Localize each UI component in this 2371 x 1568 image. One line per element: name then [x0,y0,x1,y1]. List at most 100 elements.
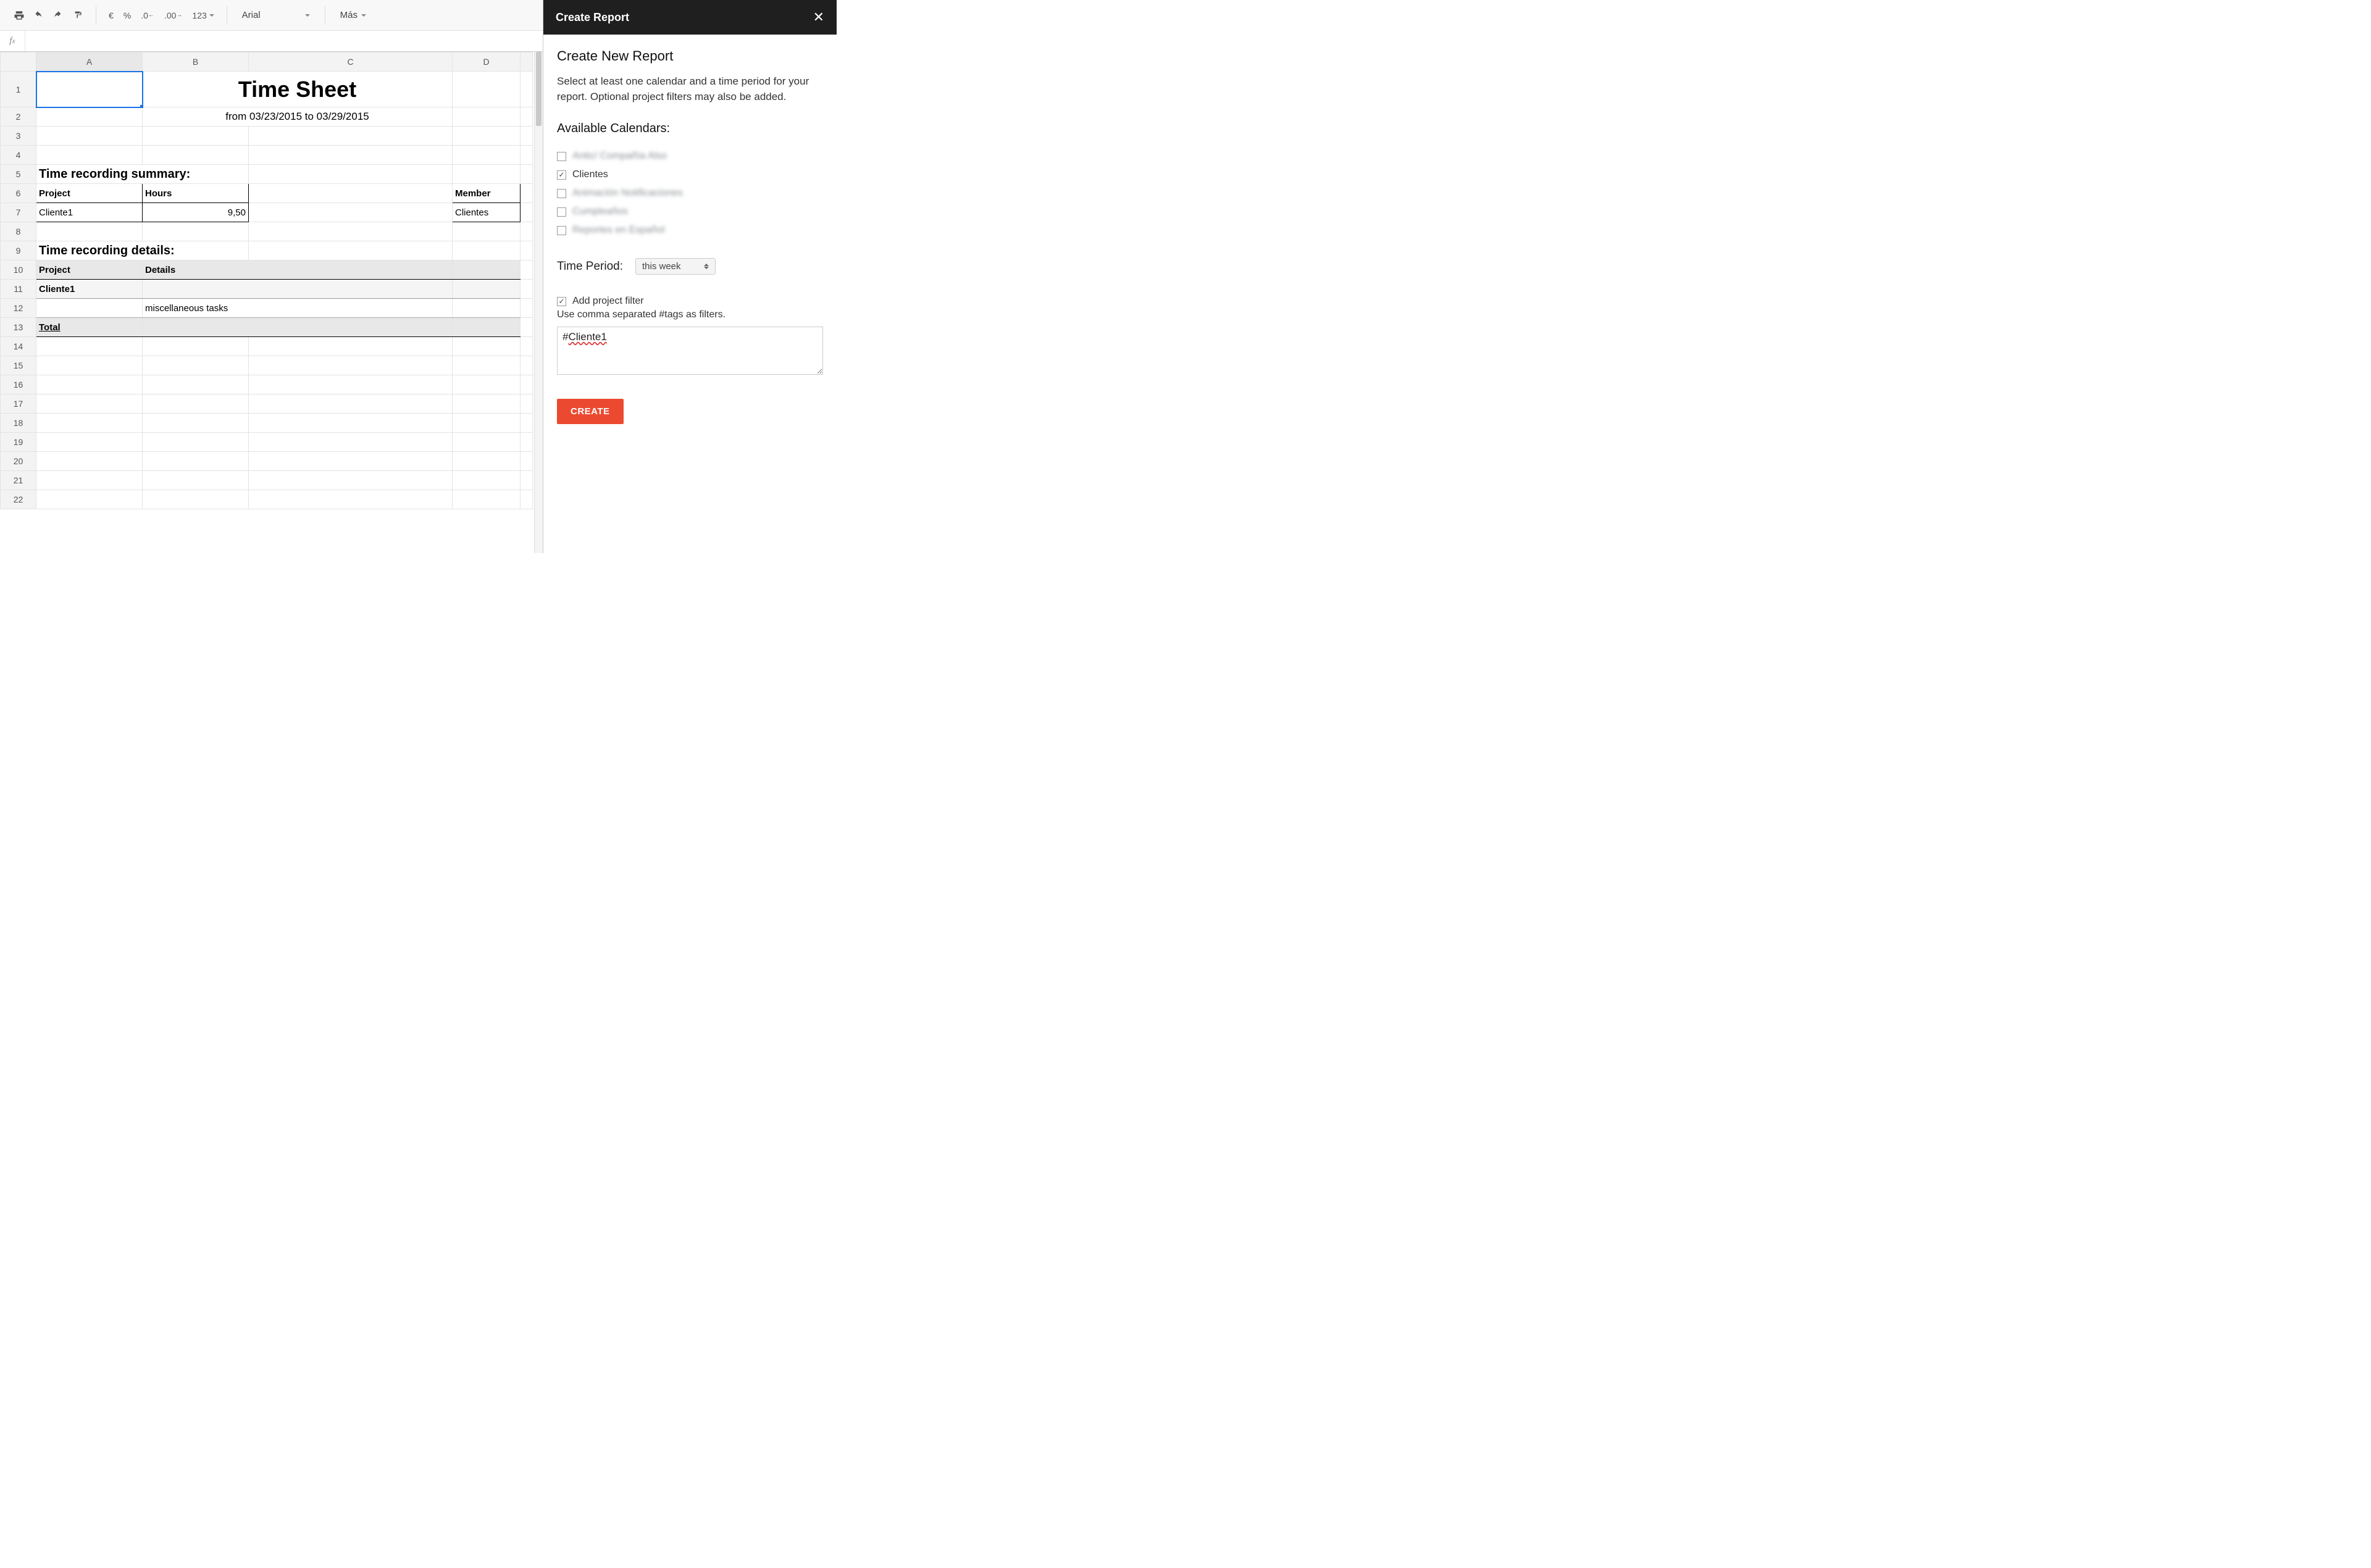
row-header[interactable]: 3 [1,127,36,146]
fx-label: fx [0,36,25,46]
create-button[interactable]: CREATE [557,399,624,424]
panel-title-text: Create Report [556,11,629,24]
row-header[interactable]: 17 [1,394,36,414]
checkbox[interactable] [557,207,566,217]
calendar-item[interactable]: Animación Notificaciones [557,184,823,202]
time-period-value: this week [642,261,681,272]
summary-project[interactable]: Cliente1 [36,203,143,222]
summary-header-project[interactable]: Project [36,184,143,203]
spreadsheet-area: € % .0← .00→ 123 Arial Más [0,0,543,553]
row-header[interactable]: 12 [1,299,36,318]
row-header[interactable]: 19 [1,433,36,452]
print-icon[interactable] [10,7,28,24]
sheet-title[interactable]: Time Sheet [143,72,453,107]
panel-heading: Create New Report [557,48,823,64]
details-subproject[interactable]: Cliente1 [36,280,143,299]
spinner-icon [704,264,709,269]
filter-hint: Use comma separated #tags as filters. [557,309,823,320]
project-filter-checkbox[interactable] [557,297,566,306]
more-menu-label: Más [340,10,358,20]
undo-icon[interactable] [30,7,48,24]
row-header[interactable]: 22 [1,490,36,509]
checkbox[interactable] [557,189,566,198]
details-header-details[interactable]: Details [143,261,453,280]
redo-icon[interactable] [50,7,67,24]
select-all-corner[interactable] [1,52,36,72]
col-header-C[interactable]: C [249,52,453,72]
summary-header-member[interactable]: Member [453,184,521,203]
toolbar: € % .0← .00→ 123 Arial Más [0,0,543,31]
cell-fill-handle[interactable] [140,105,143,107]
time-period-select[interactable]: this week [635,258,716,275]
row-header[interactable]: 2 [1,107,36,127]
decrease-decimal-button[interactable]: .0← [137,7,158,24]
cell-A1[interactable] [36,72,143,107]
row-header[interactable]: 14 [1,337,36,356]
row-header[interactable]: 13 [1,318,36,337]
chevron-down-icon [361,14,366,17]
row-header[interactable]: 10 [1,261,36,280]
checkbox[interactable] [557,152,566,161]
summary-hours[interactable]: 9,50 [143,203,249,222]
row-header[interactable]: 1 [1,72,36,107]
row-header[interactable]: 4 [1,146,36,165]
row-header[interactable]: 8 [1,222,36,241]
row-header[interactable]: 6 [1,184,36,203]
paint-format-icon[interactable] [70,7,87,24]
calendar-label: Cumpleaños [572,206,628,217]
summary-member[interactable]: Clientes [453,203,521,222]
grid[interactable]: A B C D 1 Time Sheet [0,52,543,553]
vertical-scrollbar[interactable] [534,52,543,553]
font-family-value: Arial [242,10,261,20]
panel-intro: Select at least one calendar and a time … [557,74,823,104]
panel-header: Create Report ✕ [543,0,837,35]
create-report-panel: Create Report ✕ Create New Report Select… [543,0,837,553]
row-header[interactable]: 16 [1,375,36,394]
row-header[interactable]: 9 [1,241,36,261]
details-row-text[interactable]: miscellaneous tasks [143,299,453,318]
summary-header-hours[interactable]: Hours [143,184,249,203]
font-family-select[interactable]: Arial [236,6,316,25]
calendars-label: Available Calendars: [557,122,823,136]
summary-heading[interactable]: Time recording summary: [36,165,249,184]
row-header[interactable]: 11 [1,280,36,299]
formula-input[interactable] [25,31,543,51]
calendar-item[interactable]: Reportes en Español [557,221,823,240]
row-header[interactable]: 15 [1,356,36,375]
chevron-down-icon [305,14,310,17]
percent-format-button[interactable]: % [120,7,135,24]
row-header[interactable]: 7 [1,203,36,222]
checkbox[interactable] [557,170,566,180]
calendar-label: Antic/ Compañía Also [572,151,667,162]
col-header-A[interactable]: A [36,52,143,72]
time-period-label: Time Period: [557,260,623,273]
calendar-item[interactable]: Clientes [557,165,823,184]
more-menu[interactable]: Más [334,6,372,25]
calendar-label: Reportes en Español [572,225,664,236]
calendar-item[interactable]: Cumpleaños [557,202,823,221]
row-header[interactable]: 18 [1,414,36,433]
details-header-project[interactable]: Project [36,261,143,280]
row-header[interactable]: 20 [1,452,36,471]
details-total[interactable]: Total [36,318,143,337]
checkbox[interactable] [557,226,566,235]
calendar-label: Animación Notificaciones [572,188,683,199]
sheet-subtitle[interactable]: from 03/23/2015 to 03/29/2015 [143,107,453,127]
close-icon[interactable]: ✕ [813,9,824,25]
row-header[interactable]: 5 [1,165,36,184]
increase-decimal-button[interactable]: .00→ [161,7,186,24]
details-heading[interactable]: Time recording details: [36,241,249,261]
calendar-list: Antic/ Compañía Also Clientes Animación … [557,147,823,240]
scrollbar-thumb[interactable] [536,52,542,126]
grid-table: A B C D 1 Time Sheet [0,52,533,509]
calendar-item[interactable]: Antic/ Compañía Also [557,147,823,165]
project-filter-label: Add project filter [572,296,644,307]
col-header-D[interactable]: D [453,52,521,72]
formula-bar: fx [0,31,543,52]
calendar-label: Clientes [572,169,608,180]
currency-format-button[interactable]: € [105,7,117,24]
col-header-B[interactable]: B [143,52,249,72]
filter-input[interactable] [557,327,823,375]
row-header[interactable]: 21 [1,471,36,490]
number-format-button[interactable]: 123 [188,7,217,24]
